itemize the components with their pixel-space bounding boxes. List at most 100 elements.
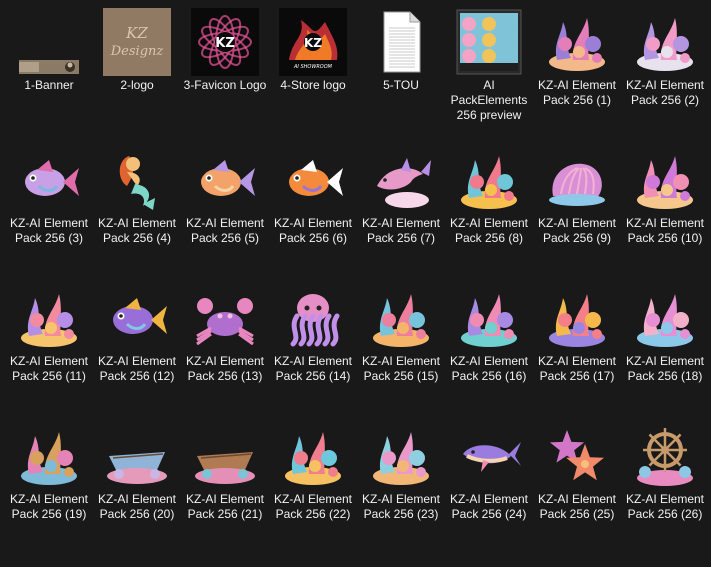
clownfish-icon: [279, 146, 347, 214]
reef-garden-icon: [455, 284, 523, 352]
file-item[interactable]: KZ-AI Element Pack 256 (24): [445, 414, 533, 548]
banner-thumbnail-icon: [15, 8, 83, 76]
shipwreck-icon: [103, 422, 171, 490]
file-name-label: KZ-AI Element Pack 256 (13): [185, 354, 265, 383]
file-name-label: KZ-AI Element Pack 256 (18): [625, 354, 705, 383]
file-name-label: KZ-AI Element Pack 256 (1): [537, 78, 617, 107]
file-name-label: KZ-AI Element Pack 256 (17): [537, 354, 617, 383]
svg-text:Designz: Designz: [110, 44, 164, 59]
file-name-label: 5-TOU: [383, 78, 419, 92]
svg-text:KZ: KZ: [304, 36, 322, 50]
file-item[interactable]: KZ-AI Element Pack 256 (4): [93, 138, 181, 272]
octopus-icon: [279, 284, 347, 352]
file-name-label: KZ-AI Element Pack 256 (22): [273, 492, 353, 521]
file-item[interactable]: KZ-AI Element Pack 256 (17): [533, 276, 621, 410]
goldfish-icon: [191, 146, 259, 214]
file-name-label: KZ-AI Element Pack 256 (15): [361, 354, 441, 383]
coral-vase-icon: [631, 146, 699, 214]
tube-coral-icon: [631, 284, 699, 352]
file-name-label: KZ-AI Element Pack 256 (12): [97, 354, 177, 383]
file-grid: 1-Banner KZ Designz 2-logo KZ 3-Favicon Logo K…: [5, 0, 711, 567]
file-name-label: KZ-AI Element Pack 256 (8): [449, 216, 529, 245]
file-item[interactable]: KZ-AI Element Pack 256 (6): [269, 138, 357, 272]
file-item[interactable]: KZ-AI Element Pack 256 (20): [93, 414, 181, 548]
file-name-label: KZ-AI Element Pack 256 (4): [97, 216, 177, 245]
preview-collage-icon: [455, 8, 523, 76]
file-name-label: KZ-AI Element Pack 256 (26): [625, 492, 705, 521]
dolphin-icon: [367, 146, 435, 214]
file-item[interactable]: KZ-AI Element Pack 256 (22): [269, 414, 357, 548]
file-item[interactable]: KZ 3-Favicon Logo: [181, 0, 269, 134]
file-item[interactable]: KZ-AI Element Pack 256 (16): [445, 276, 533, 410]
file-name-label: KZ-AI Element Pack 256 (23): [361, 492, 441, 521]
file-item[interactable]: KZ-AI Element Pack 256 (8): [445, 138, 533, 272]
file-name-label: KZ-AI Element Pack 256 (3): [9, 216, 89, 245]
file-name-label: KZ-AI Element Pack 256 (16): [449, 354, 529, 383]
file-name-label: KZ-AI Element Pack 256 (7): [361, 216, 441, 245]
file-item[interactable]: 5-TOU: [357, 0, 445, 134]
kz-store-logo-icon: KZ AI SHOWROOM: [279, 8, 347, 76]
file-name-label: KZ-AI Element Pack 256 (14): [273, 354, 353, 383]
file-name-label: KZ-AI Element Pack 256 (25): [537, 492, 617, 521]
file-item[interactable]: KZ-AI Element Pack 256 (13): [181, 276, 269, 410]
reef-mound-icon: [367, 284, 435, 352]
kz-favicon-logo-icon: KZ: [191, 8, 259, 76]
ship-wheel-reef-icon: [631, 422, 699, 490]
mermaid-icon: [103, 146, 171, 214]
file-item[interactable]: KZ-AI Element Pack 256 (3): [5, 138, 93, 272]
file-item[interactable]: KZ-AI Element Pack 256 (26): [621, 414, 709, 548]
file-name-label: KZ-AI Element Pack 256 (9): [537, 216, 617, 245]
file-name-label: 2-logo: [120, 78, 154, 92]
file-name-label: KZ-AI Element Pack 256 (6): [273, 216, 353, 245]
file-name-label: 3-Favicon Logo: [183, 78, 267, 92]
starfish-icon: [543, 422, 611, 490]
file-name-label: KZ-AI Element Pack 256 (20): [97, 492, 177, 521]
file-item[interactable]: KZ-AI Element Pack 256 (7): [357, 138, 445, 272]
file-item[interactable]: KZ-AI Element Pack 256 (23): [357, 414, 445, 548]
file-name-label: KZ-AI Element Pack 256 (21): [185, 492, 265, 521]
file-item[interactable]: KZ-AI Element Pack 256 (10): [621, 138, 709, 272]
whale-icon: [455, 422, 523, 490]
file-name-label: KZ-AI Element Pack 256 (11): [9, 354, 89, 383]
seaweed-reef-icon: [15, 422, 83, 490]
file-item[interactable]: KZ-AI Element Pack 256 (21): [181, 414, 269, 548]
file-name-label: 1-Banner: [24, 78, 74, 92]
file-item[interactable]: 1-Banner: [5, 0, 93, 134]
angler-fish-icon: [15, 146, 83, 214]
coral-reef-icon: [631, 8, 699, 76]
crab-icon: [191, 284, 259, 352]
reef-castle-icon: [279, 422, 347, 490]
file-name-label: KZ-AI Element Pack 256 (24): [449, 492, 529, 521]
file-item[interactable]: KZ-AI Element Pack 256 (25): [533, 414, 621, 548]
sea-anemone-icon: [15, 284, 83, 352]
file-item[interactable]: KZ-AI Element Pack 256 (11): [5, 276, 93, 410]
shell-pile-icon: [367, 422, 435, 490]
file-item[interactable]: KZ-AI Element Pack 256 (12): [93, 276, 181, 410]
file-item[interactable]: KZ-AI Element Pack 256 (2): [621, 0, 709, 134]
file-item[interactable]: KZ-AI Element Pack 256 (9): [533, 138, 621, 272]
kz-designz-logo-icon: KZ Designz: [103, 8, 171, 76]
svg-text:KZ: KZ: [125, 24, 148, 42]
file-item[interactable]: KZ-AI Element Pack 256 (14): [269, 276, 357, 410]
file-item[interactable]: KZ-AI Element Pack 256 (19): [5, 414, 93, 548]
file-name-label: KZ-AI Element Pack 256 (5): [185, 216, 265, 245]
file-name-label: KZ-AI Element Pack 256 (2): [625, 78, 705, 107]
seashell-icon: [543, 146, 611, 214]
coral-cluster-icon: [455, 146, 523, 214]
flower-coral-icon: [543, 284, 611, 352]
file-name-label: AI PackElements 256 preview: [450, 78, 528, 122]
file-item[interactable]: KZ Designz 2-logo: [93, 0, 181, 134]
file-item[interactable]: KZ-AI Element Pack 256 (15): [357, 276, 445, 410]
file-item[interactable]: KZ-AI Element Pack 256 (5): [181, 138, 269, 272]
svg-text:KZ: KZ: [215, 36, 235, 51]
svg-text:AI SHOWROOM: AI SHOWROOM: [293, 64, 333, 70]
tropical-fish-icon: [103, 284, 171, 352]
file-item[interactable]: KZ AI SHOWROOM 4-Store logo: [269, 0, 357, 134]
file-item[interactable]: AI PackElements 256 preview: [445, 0, 533, 134]
coral-shell-icon: [543, 8, 611, 76]
file-name-label: KZ-AI Element Pack 256 (19): [9, 492, 89, 521]
file-name-label: KZ-AI Element Pack 256 (10): [625, 216, 705, 245]
file-item[interactable]: KZ-AI Element Pack 256 (1): [533, 0, 621, 134]
file-item[interactable]: KZ-AI Element Pack 256 (18): [621, 276, 709, 410]
file-name-label: 4-Store logo: [280, 78, 346, 92]
